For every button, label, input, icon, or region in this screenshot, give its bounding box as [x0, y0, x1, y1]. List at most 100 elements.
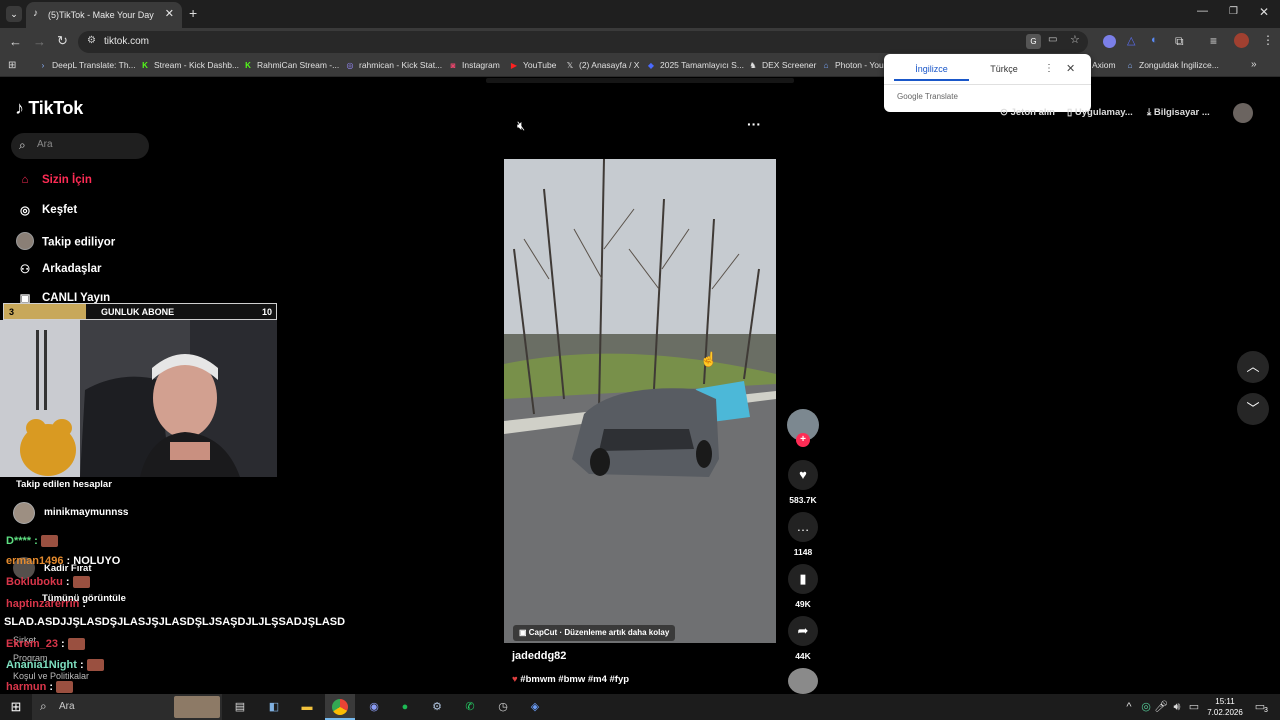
taskbar-search-icon: ⌕ — [40, 699, 47, 713]
bookmark-button[interactable]: ▮ 49K — [788, 564, 818, 609]
nav-for-you[interactable]: ⌂ Sizin İçin — [15, 174, 92, 186]
extension-triangle-icon[interactable]: △ — [1127, 34, 1135, 47]
taskbar-clock-app-icon[interactable]: ◷ — [495, 699, 511, 715]
reload-button[interactable]: ↻ — [57, 33, 68, 49]
creator-avatar-button[interactable]: + — [787, 409, 819, 447]
next-video-button[interactable]: ﹀ — [1237, 393, 1269, 425]
bookmark-rahmican-stream[interactable]: K RahmiCan Stream -... — [243, 60, 339, 70]
whatsapp-icon[interactable]: ✆ — [462, 699, 478, 715]
taskbar-clock[interactable]: 15:11 7.02.2026 — [1205, 696, 1245, 718]
tray-app-icon[interactable]: ◎ — [1138, 699, 1154, 715]
address-bar[interactable]: ⚙ tiktok.com G ▭ ☆ — [78, 31, 1088, 53]
get-app-button[interactable]: ▯ Uygulamay... — [1067, 107, 1133, 118]
comment-button[interactable]: … 1148 — [788, 512, 818, 557]
bookmark-x[interactable]: 𝕏 (2) Anasayfa / X — [565, 60, 640, 70]
task-view-icon[interactable]: ▤ — [232, 699, 248, 715]
tiktok-logo[interactable]: ♪ TikTok — [15, 98, 83, 119]
get-coins-button[interactable]: ⊙ Jeton alın — [1000, 107, 1055, 118]
apps-grid-icon[interactable]: ⊞ — [8, 60, 16, 71]
capcut-banner[interactable]: ▣ CapCut · Düzenleme artık daha kolay — [513, 625, 676, 641]
extension-icon[interactable] — [1103, 35, 1116, 48]
bookmark-kick-stats[interactable]: ◎ rahmican - Kick Stat... — [345, 60, 443, 70]
like-button[interactable]: ♥ 583.7K — [788, 460, 818, 505]
taskbar-app-icon[interactable]: ◧ — [266, 699, 282, 715]
bookmark-deepl[interactable]: › DeepL Translate: Th... — [38, 60, 136, 70]
extensions-puzzle-icon[interactable]: ⧉ — [1175, 34, 1184, 49]
back-button[interactable]: ← — [9, 34, 22, 49]
minimize-button[interactable]: — — [1197, 5, 1208, 17]
following-account-1[interactable]: minikmaymunnss — [44, 507, 128, 518]
bookmark-tamamlayici[interactable]: ◆ 2025 Tamamlayıcı S... — [646, 60, 744, 70]
profile-avatar[interactable] — [1234, 33, 1249, 48]
window-close-button[interactable]: ✕ — [1259, 5, 1269, 19]
chat-message-1: erman1496 : NOLUYO — [6, 555, 121, 567]
cast-icon[interactable]: ▭ — [1048, 34, 1057, 45]
share-button[interactable]: ➦ 44K — [788, 616, 818, 661]
spotify-icon[interactable]: ● — [397, 699, 413, 715]
mute-icon[interactable]: 🔇︎ — [517, 118, 525, 134]
network-icon[interactable]: ▭ — [1186, 699, 1202, 715]
taskbar-app-last-icon[interactable]: ◈ — [527, 699, 543, 715]
search-input[interactable] — [37, 139, 137, 150]
translate-options-icon[interactable]: ⋮ — [1044, 63, 1054, 74]
translate-icon[interactable]: G — [1026, 34, 1041, 49]
music-disc-icon[interactable] — [788, 668, 818, 694]
chat-user: haptinzarerrin — [6, 598, 80, 610]
restore-button[interactable]: ❐ — [1229, 6, 1238, 17]
following-avatar-1[interactable] — [13, 502, 35, 524]
share-icon: ➦ — [788, 616, 818, 646]
forward-button[interactable]: → — [33, 34, 46, 49]
video-author[interactable]: jadeddg82 — [512, 650, 566, 662]
tiktok-favicon-icon: ♪ — [33, 8, 38, 19]
nav-friends[interactable]: ⚇ Arkadaşlar — [15, 262, 102, 276]
like-count: 583.7K — [789, 495, 817, 505]
bookmark-photon[interactable]: ⌂ Photon - You — [821, 60, 884, 70]
browser-menu-icon[interactable]: ⋮ — [1262, 33, 1274, 47]
browser-tab-tiktok[interactable]: ♪ (5)TikTok - Make Your Day ✕ — [26, 2, 182, 28]
bookmark-star-icon[interactable]: ☆ — [1070, 33, 1080, 46]
windows-start-icon[interactable]: ⊞ — [8, 699, 24, 715]
subscriber-current: 3 — [9, 307, 15, 317]
reading-list-icon[interactable]: ≡ — [1210, 34, 1217, 48]
nav-following[interactable]: Takip ediliyor — [15, 232, 115, 253]
bookmark-youtube[interactable]: ▶ YouTube — [509, 60, 556, 70]
comment-count: 1148 — [793, 547, 813, 557]
chat-emote — [67, 638, 85, 651]
bookmark-kick-dashboard[interactable]: K Stream - Kick Dashb... — [140, 60, 239, 70]
tab-search-button[interactable]: ⌄ — [6, 6, 22, 22]
bookmark-dex-screener[interactable]: ♞ DEX Screener — [748, 60, 816, 70]
footer-terms[interactable]: Koşul ve Politikalar — [13, 671, 89, 681]
bookmark-axiom[interactable]: Axiom — [1092, 60, 1116, 70]
nav-explore[interactable]: ◎ Keşfet — [15, 203, 77, 217]
video-options-icon[interactable]: ··· — [747, 116, 761, 132]
extension-wave-icon[interactable]: ◐ — [1151, 34, 1158, 46]
site-info-icon[interactable]: ⚙ — [87, 35, 96, 46]
volume-icon[interactable]: 🔊︎ — [1169, 699, 1185, 715]
taskbar-search[interactable]: ⌕ Ara — [32, 694, 222, 720]
user-avatar[interactable] — [1233, 103, 1253, 123]
discord-icon[interactable]: ◉ — [366, 699, 382, 715]
bookmark-instagram[interactable]: ◙ Instagram — [448, 60, 500, 70]
system-tray-chevron-icon[interactable]: ^ — [1121, 699, 1137, 715]
follow-plus-icon[interactable]: + — [796, 433, 810, 447]
previous-video-button[interactable]: ︿ — [1237, 351, 1269, 383]
browser-tab-strip: ⌄ ♪ (5)TikTok - Make Your Day ✕ + — ❐ ✕ — [0, 0, 1280, 28]
search-box[interactable]: ⌕ — [11, 133, 149, 159]
translate-tab-english[interactable]: İngilizce — [894, 64, 969, 81]
more-bookmarks-icon[interactable]: » — [1251, 59, 1257, 70]
steam-icon[interactable]: ⚙ — [429, 699, 445, 715]
video-player[interactable]: ▣ CapCut · Düzenleme artık daha kolay — [504, 159, 776, 643]
chrome-icon — [332, 699, 348, 715]
tab-close-icon[interactable]: ✕ — [165, 7, 174, 20]
microphone-icon[interactable]: 🎤︎ — [1153, 699, 1169, 715]
chat-emote — [72, 576, 90, 589]
translate-tab-turkish[interactable]: Türkçe — [984, 64, 1024, 74]
chrome-taskbar-button[interactable] — [325, 694, 355, 720]
get-pc-app-button[interactable]: ⤓ Bilgisayar ... — [1147, 107, 1210, 118]
chat-text: SLAD.ASDJJŞLASDŞJLASJŞJLASDŞLJSAŞDJLJLŞS… — [4, 616, 346, 628]
bookmark-zonguldak[interactable]: ⌂ Zonguldak İngilizce... — [1125, 60, 1219, 70]
chat-message-3: haptinzarerrin : — [6, 598, 87, 610]
translate-close-icon[interactable]: ✕ — [1066, 62, 1075, 75]
file-explorer-icon[interactable]: ▬ — [299, 699, 315, 715]
new-tab-button[interactable]: + — [189, 5, 197, 21]
